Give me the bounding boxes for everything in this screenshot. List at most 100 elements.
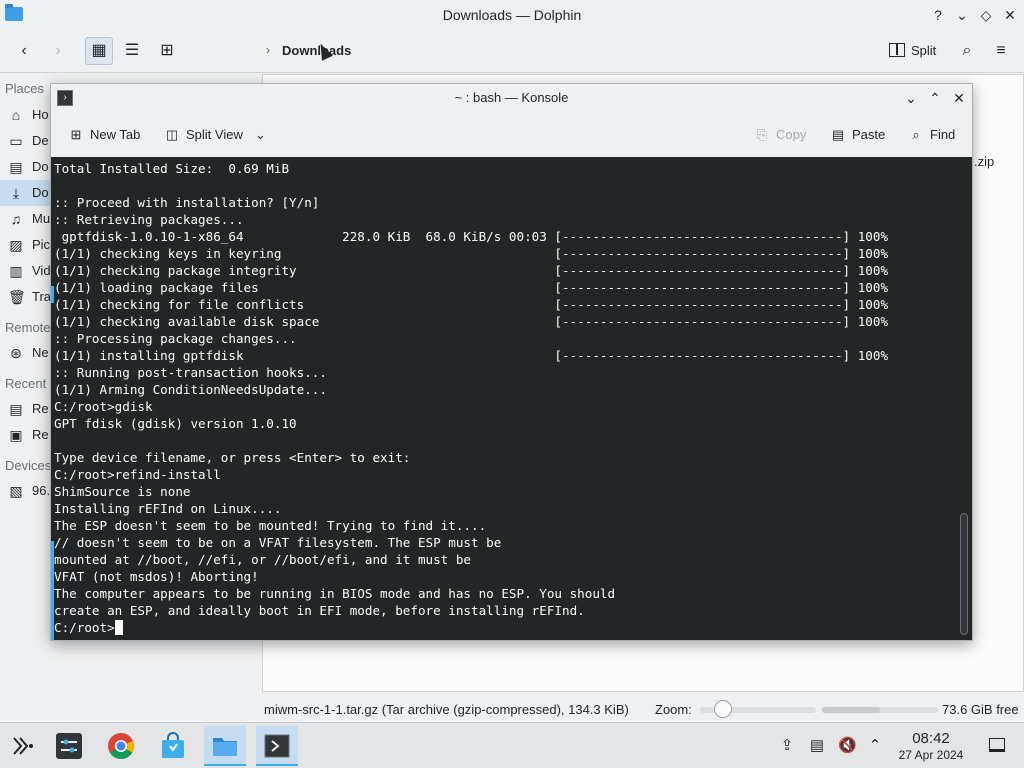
terminal-line: ShimSource is none [54, 484, 191, 499]
terminal-line: // doesn't seem to be on a VFAT filesyst… [54, 535, 502, 550]
recent-locations-icon: ▣ [9, 427, 23, 443]
picture-icon: ▨ [9, 237, 23, 253]
clock-time[interactable]: 08:42 [895, 730, 967, 747]
chevron-up-icon[interactable]: ⌃ [866, 737, 884, 755]
taskbar-dolphin[interactable] [204, 726, 246, 766]
terminal-line: :: Retrieving packages... [54, 212, 244, 227]
zoom-slider-handle[interactable] [714, 700, 733, 718]
terminal-line: create an ESP, and ideally boot in EFI m… [54, 603, 585, 618]
show-desktop-icon[interactable] [989, 738, 1005, 752]
search-icon: ⌕ [912, 127, 920, 142]
status-text: miwm-src-1-1.tar.gz (Tar archive (gzip-c… [264, 702, 629, 717]
konsole-toolbar: ⊞ New Tab ◫ Split View ⌄ ⎘ Copy ▤ Paste ⌕ Find [51, 112, 972, 157]
terminal-line: :: Proceed with installation? [Y/n] [54, 195, 320, 210]
terminal-line: (1/1) checking available disk space [---… [54, 314, 889, 329]
konsole-window-title: ~ : bash — Konsole [454, 90, 569, 105]
terminal-line: The ESP doesn't seem to be mounted! Tryi… [54, 518, 487, 533]
new-tab-button[interactable]: ⊞ New Tab [68, 127, 141, 143]
folder-icon [213, 738, 237, 756]
terminal-cursor [114, 620, 123, 635]
remote-heading: Remote [5, 320, 51, 335]
devices-heading: Devices [5, 458, 52, 473]
music-icon: ♫ [10, 211, 22, 227]
recent-files-icon: ▤ [9, 401, 23, 417]
clipboard-icon[interactable]: ▤ [808, 737, 826, 755]
search-icon[interactable]: ⌕ [953, 37, 981, 65]
close-icon[interactable]: ✕ [1000, 5, 1020, 25]
paste-button[interactable]: ▤ Paste [830, 127, 885, 143]
terminal-line: Total Installed Size: 0.69 MiB [54, 161, 290, 176]
status-bar: miwm-src-1-1.tar.gz (Tar archive (gzip-c… [0, 694, 1024, 722]
terminal-output[interactable]: Total Installed Size: 0.69 MiB:: Proceed… [51, 157, 972, 640]
icons-view-icon[interactable]: ▦ [85, 37, 113, 65]
taskbar: ⇪ ▤ 🔇 ⌃ 08:42 27 Apr 2024 [0, 722, 1024, 768]
konsole-titlebar[interactable]: › ~ : bash — Konsole ⌄ ⌃ ✕ [51, 84, 972, 112]
volume-muted-icon[interactable]: 🔇 [838, 737, 857, 755]
drive-icon: ▧ [9, 483, 23, 499]
free-space-fill [822, 707, 880, 713]
terminal-line: gptfdisk-1.0.10-1-x86_64 228.0 KiB 68.0 … [54, 229, 889, 244]
desktop-icon: ▭ [9, 133, 23, 149]
taskbar-discover[interactable] [152, 726, 194, 766]
chevron-down-icon: ⌄ [254, 127, 266, 142]
places-heading: Places [5, 81, 45, 96]
network-icon: ⊛ [10, 345, 22, 361]
trash-icon: 🗑 [8, 289, 26, 305]
recent-heading: Recent [5, 376, 47, 391]
terminal-line: Type device filename, or press <Enter> t… [54, 450, 411, 465]
maximize-icon[interactable]: ◇ [976, 5, 996, 25]
free-space-text: 73.6 GiB free [942, 702, 1019, 717]
terminal-line: C:/root>gdisk [54, 399, 153, 414]
dolphin-toolbar: ‹ › ▦ ☰ ⊞ › Downloads Split ⌕ ≡ [0, 29, 1024, 73]
forward-icon[interactable]: › [44, 37, 72, 65]
store-icon [162, 732, 184, 758]
chrome-icon [108, 733, 135, 760]
taskbar-chrome[interactable] [100, 726, 142, 766]
terminal-line: GPT fdisk (gdisk) version 1.0.10 [54, 416, 297, 431]
split-icon [889, 43, 905, 57]
taskbar-system-settings[interactable] [48, 726, 90, 766]
close-icon[interactable]: ✕ [949, 88, 969, 108]
terminal-prompt: C:/root> [54, 620, 115, 635]
terminal-scrollbar-thumb[interactable] [960, 513, 968, 635]
download-icon: ⤓ [12, 185, 20, 201]
document-icon: ▤ [9, 159, 23, 175]
maximize-icon[interactable]: ⌃ [925, 88, 945, 108]
dolphin-titlebar[interactable]: Downloads — Dolphin ? ⌄ ◇ ✕ [0, 0, 1024, 29]
breadcrumb-chevron-icon[interactable]: › [266, 43, 270, 57]
compact-view-icon[interactable]: ☰ [118, 37, 146, 65]
application-launcher[interactable] [2, 726, 44, 766]
copy-icon: ⎘ [756, 127, 768, 142]
paste-icon: ▤ [831, 127, 845, 142]
minimize-icon[interactable]: ⌄ [901, 88, 921, 108]
dolphin-window-title: Downloads — Dolphin [442, 7, 582, 23]
updates-icon[interactable]: ⇪ [778, 737, 796, 755]
find-button[interactable]: ⌕ Find [908, 127, 955, 143]
terminal-line: VFAT (not msdos)! Aborting! [54, 569, 259, 584]
terminal-line: (1/1) installing gptfdisk [-------------… [54, 348, 889, 363]
zoom-label: Zoom: [655, 702, 692, 717]
terminal-line: :: Running post-transaction hooks... [54, 365, 327, 380]
terminal-line: :: Processing package changes... [54, 331, 297, 346]
details-view-icon[interactable]: ⊞ [153, 37, 181, 65]
video-icon: ▥ [9, 263, 23, 279]
split-button[interactable]: Split [889, 43, 936, 58]
terminal-icon [264, 734, 290, 758]
minimize-icon[interactable]: ⌄ [952, 5, 972, 25]
help-icon[interactable]: ? [928, 5, 948, 25]
file-name-fragment[interactable]: .zip [974, 154, 994, 169]
terminal-line: (1/1) loading package files [-----------… [54, 280, 889, 295]
terminal-line: (1/1) checking keys in keyring [--------… [54, 246, 889, 261]
copy-button[interactable]: ⎘ Copy [754, 127, 807, 143]
hamburger-menu-icon[interactable]: ≡ [987, 37, 1015, 65]
taskbar-konsole[interactable] [256, 726, 298, 766]
terminal-prompt-line: C:/root> [54, 619, 888, 636]
new-tab-icon: ⊞ [70, 127, 82, 142]
clock-date[interactable]: 27 Apr 2024 [891, 748, 971, 762]
back-icon[interactable]: ‹ [10, 37, 38, 65]
konsole-window: › ~ : bash — Konsole ⌄ ⌃ ✕ ⊞ New Tab ◫ Spl… [50, 83, 973, 641]
split-view-button[interactable]: ◫ Split View ⌄ [164, 127, 266, 143]
terminal-line: (1/1) checking package integrity [------… [54, 263, 889, 278]
